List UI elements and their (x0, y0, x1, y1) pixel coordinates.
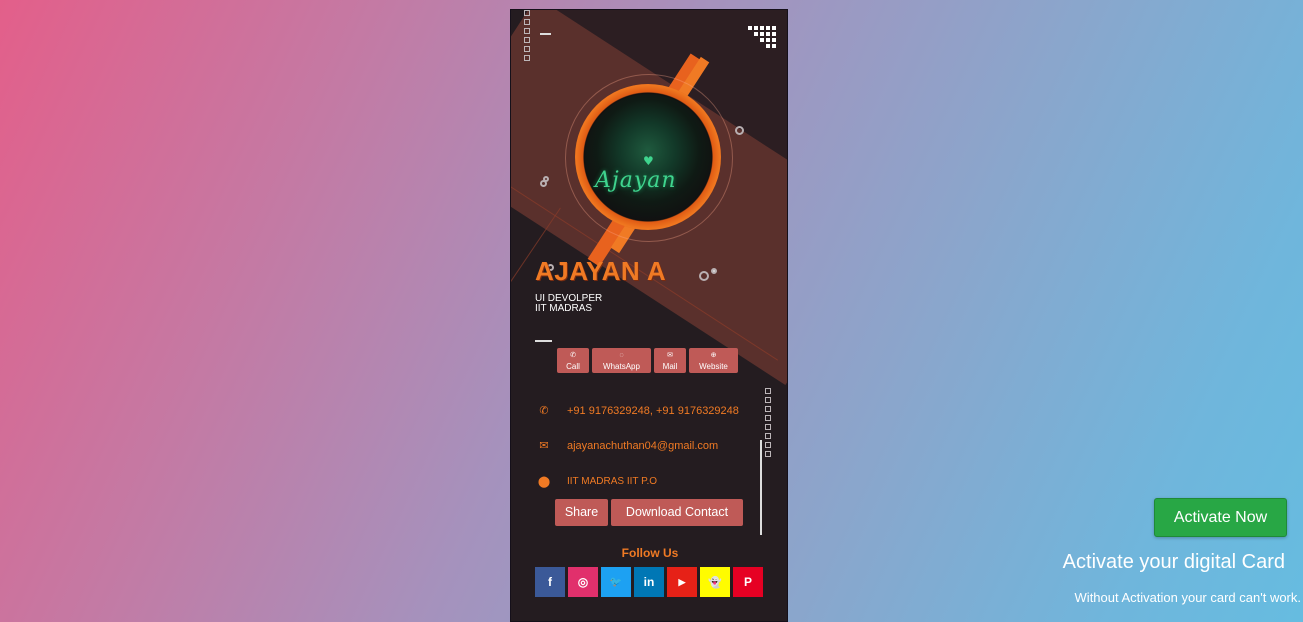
linkedin-icon: in (643, 575, 655, 589)
decor-bubble (711, 268, 717, 274)
whatsapp-label: WhatsApp (603, 362, 640, 371)
activate-subtitle: Without Activation your card can't work. (1074, 590, 1301, 605)
activate-now-button[interactable]: Activate Now (1154, 498, 1287, 537)
share-button[interactable]: Share (555, 499, 608, 526)
mail-icon: ✉ (667, 352, 673, 359)
quick-actions: ✆ Call ◌ WhatsApp ✉ Mail ⊕ Website (557, 348, 738, 373)
twitter-link[interactable]: 🐦 (601, 567, 631, 597)
contact-phone-row[interactable]: ✆ +91 9176329248, +91 9176329248 (537, 404, 739, 417)
decor-bubble (699, 271, 709, 281)
profile-org: IIT MADRAS (535, 303, 593, 314)
download-contact-button[interactable]: Download Contact (611, 499, 743, 526)
decor-dash (540, 33, 551, 35)
decor-bubble (735, 126, 744, 135)
call-button[interactable]: ✆ Call (557, 348, 589, 373)
contact-address-row: ⬤ IIT MADRAS IIT P.O (537, 475, 657, 488)
decor-dash (535, 340, 552, 342)
phone-icon: ✆ (539, 404, 549, 417)
website-button[interactable]: ⊕ Website (689, 348, 738, 373)
decor-dots-right (765, 388, 771, 457)
website-label: Website (699, 362, 728, 371)
heart-icon: ♥ (643, 154, 654, 168)
card-actions: Share Download Contact (555, 499, 743, 526)
whatsapp-icon: ◌ (619, 352, 624, 359)
twitter-icon: 🐦 (609, 576, 623, 588)
linkedin-link[interactable]: in (634, 567, 664, 597)
pinterest-icon: P (743, 575, 752, 589)
profile-name: AJAYAN A (535, 256, 667, 286)
decor-vertical-bar (760, 440, 762, 535)
contact-email: ajayanachuthan04@gmail.com (567, 439, 719, 452)
business-card: ♥ Ajayan AJAYAN A UI DEVOLPER IIT MADRAS… (510, 9, 788, 622)
location-pin-icon: ⬤ (537, 475, 551, 488)
decor-bubble (543, 176, 549, 182)
youtube-icon: ▶ (678, 576, 686, 587)
profile-logo: ♥ Ajayan (563, 72, 733, 242)
contact-phone: +91 9176329248, +91 9176329248 (567, 404, 739, 417)
snapchat-icon: 👻 (708, 576, 722, 589)
pinterest-link[interactable]: P (733, 567, 763, 597)
globe-icon: ⊕ (710, 352, 717, 359)
whatsapp-button[interactable]: ◌ WhatsApp (592, 348, 651, 373)
logo-signature: Ajayan (595, 168, 677, 193)
mail-icon: ✉ (539, 439, 549, 452)
activate-title: Activate your digital Card (1062, 551, 1285, 573)
phone-icon: ✆ (570, 352, 576, 359)
instagram-link[interactable]: ◎ (568, 567, 598, 597)
contact-address: IIT MADRAS IIT P.O (567, 476, 658, 487)
decor-dots-top-left (524, 10, 530, 61)
mail-label: Mail (662, 362, 678, 371)
facebook-icon: f (548, 575, 552, 589)
mail-button[interactable]: ✉ Mail (654, 348, 686, 373)
follow-us-heading: Follow Us (621, 546, 679, 560)
social-links: f ◎ 🐦 in ▶ 👻 P (535, 567, 763, 597)
call-label: Call (566, 362, 580, 371)
facebook-link[interactable]: f (535, 567, 565, 597)
instagram-icon: ◎ (577, 575, 589, 589)
youtube-link[interactable]: ▶ (667, 567, 697, 597)
snapchat-link[interactable]: 👻 (700, 567, 730, 597)
contact-email-row[interactable]: ✉ ajayanachuthan04@gmail.com (537, 439, 718, 452)
